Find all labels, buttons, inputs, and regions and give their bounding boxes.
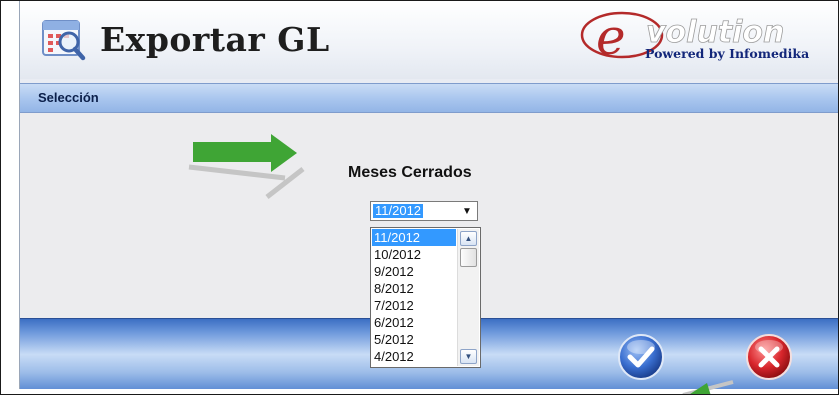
scroll-down-icon[interactable]: ▼	[460, 349, 477, 364]
month-option[interactable]: 9/2012	[372, 263, 456, 280]
logo-initial: e	[596, 9, 626, 66]
scrollbar-thumb[interactable]	[460, 248, 477, 267]
calendar-search-icon	[42, 20, 86, 61]
meses-cerrados-select[interactable]: 11/2012 ▼	[370, 201, 478, 221]
dropdown-scrollbar[interactable]: ▲ ▼	[457, 229, 479, 366]
selected-month-value: 11/2012	[373, 203, 424, 218]
month-option[interactable]: 5/2012	[372, 331, 456, 348]
evolution-logo: e volution	[580, 9, 785, 66]
month-option[interactable]: 6/2012	[372, 314, 456, 331]
month-option[interactable]: 4/2012	[372, 348, 456, 365]
month-option[interactable]: 7/2012	[372, 297, 456, 314]
green-arrow-icon	[682, 380, 734, 394]
cancel-button[interactable]	[745, 333, 793, 381]
month-option[interactable]: 10/2012	[372, 246, 456, 263]
scroll-up-icon[interactable]: ▲	[460, 231, 477, 246]
window-title: Exportar GL	[100, 20, 330, 59]
meses-cerrados-label: Meses Cerrados	[348, 164, 472, 181]
screenshot-frame: Exportar GL e volution Powered by Infome…	[0, 0, 839, 395]
logo-subtitle: Powered by Infomedika	[645, 46, 810, 61]
accept-button[interactable]	[617, 333, 665, 381]
chevron-down-icon[interactable]: ▼	[458, 203, 476, 219]
section-title: Selección	[38, 90, 99, 105]
title-bar: Exportar GL e volution Powered by Infome…	[20, 1, 838, 79]
section-header: Selección	[20, 83, 838, 113]
green-arrow-icon	[188, 134, 305, 199]
logo-wordmark: volution	[646, 15, 784, 50]
month-option[interactable]: 8/2012	[372, 280, 456, 297]
month-option[interactable]: 11/2012	[372, 229, 456, 246]
month-dropdown-list[interactable]: 11/2012 10/2012 9/2012 8/2012 7/2012 6/2…	[370, 227, 481, 368]
